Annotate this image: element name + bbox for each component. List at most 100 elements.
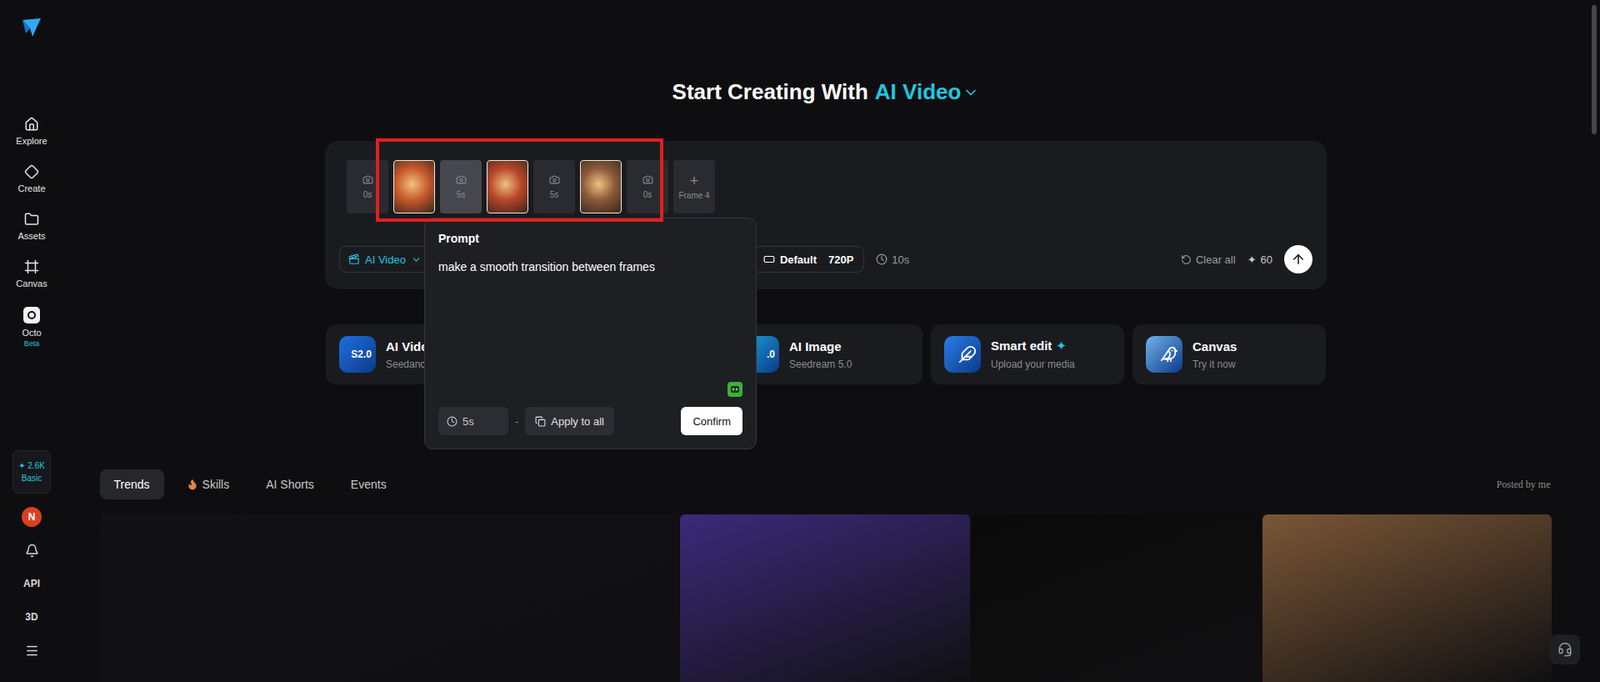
- tab[interactable]: Events: [336, 469, 401, 500]
- gallery-item[interactable]: [1262, 514, 1552, 682]
- plus-icon: +: [690, 174, 700, 188]
- assistant-icon[interactable]: [727, 381, 743, 397]
- duration-button[interactable]: 10s: [875, 253, 910, 266]
- add-frame-button[interactable]: + Frame 4: [673, 160, 715, 214]
- nav-item[interactable]: Canvas: [5, 257, 59, 290]
- gallery: [100, 514, 1553, 682]
- frame-slot[interactable]: 5s: [440, 160, 482, 214]
- composer: 0s 5s 5s 0s + Frame 4 AI Video Default720P 10s Cl…: [325, 140, 1327, 290]
- sidebar-link[interactable]: API: [23, 566, 40, 600]
- nav-label: Assets: [17, 230, 45, 241]
- frames-row: 0s 5s 5s 0s + Frame 4: [346, 160, 1313, 214]
- posted-by-filter[interactable]: Posted by me: [1496, 478, 1553, 491]
- mode-button[interactable]: AI Video: [339, 245, 431, 273]
- tab[interactable]: Skills: [172, 469, 245, 500]
- frame-image[interactable]: [393, 160, 435, 214]
- camera-icon: [642, 174, 654, 185]
- separator: -: [515, 415, 519, 428]
- nav-item[interactable]: OctoBeta: [5, 305, 59, 350]
- highlight-box: [375, 138, 664, 222]
- chevron-down-icon: [962, 84, 980, 101]
- menu-icon[interactable]: [25, 643, 40, 658]
- diamond-icon: [24, 164, 40, 180]
- mode-switch[interactable]: AI Video: [875, 78, 980, 106]
- scrollbar-thumb[interactable]: [1591, 5, 1597, 135]
- logo-icon[interactable]: [20, 16, 43, 39]
- gallery-item[interactable]: [971, 514, 1261, 682]
- chevron-down-icon: [410, 254, 422, 265]
- sparkle-icon: ✦: [1055, 338, 1067, 354]
- page-title: Start Creating WithAI Video: [672, 78, 980, 106]
- feature-card-text: AI ImageSeedream 5.0: [789, 339, 852, 370]
- feature-card-title: Canvas: [1192, 339, 1237, 354]
- sidebar-link[interactable]: 3D: [25, 600, 38, 634]
- nav-item[interactable]: Create: [5, 162, 59, 195]
- nav-item[interactable]: Assets: [5, 210, 59, 243]
- feature-card-subtitle: Upload your media: [990, 358, 1075, 370]
- tab-list: TrendsSkillsAI ShortsEvents: [100, 469, 401, 500]
- confirm-button[interactable]: Confirm: [680, 406, 743, 435]
- feature-card-title: Smart edit✦: [990, 338, 1075, 354]
- octo-eye-icon: [27, 310, 36, 320]
- bell-icon[interactable]: [25, 543, 40, 558]
- reset-icon: [1180, 254, 1192, 265]
- feature-card[interactable]: Smart edit✦ Upload your media: [930, 324, 1125, 385]
- nav-item[interactable]: Explore: [5, 115, 59, 148]
- headset-icon: [1557, 641, 1573, 657]
- feature-card-text: AI VideSeedanc: [385, 339, 429, 370]
- frame-image[interactable]: [580, 160, 622, 214]
- feature-card-icon: [944, 335, 981, 373]
- prompt-input[interactable]: make a smooth transition between frames: [438, 260, 743, 274]
- bird-icon: [1160, 345, 1179, 364]
- notifications-row[interactable]: [25, 533, 40, 567]
- menu-row[interactable]: [25, 633, 40, 667]
- octo-icon: [23, 306, 40, 324]
- nav-label: Create: [17, 183, 45, 194]
- frame-duration: 0s: [643, 190, 653, 200]
- sparkle-icon: ✦: [1247, 253, 1257, 266]
- add-frame-label: Frame 4: [678, 190, 710, 200]
- feature-card[interactable]: Canvas Try it now: [1132, 324, 1326, 385]
- feature-card-text: Smart edit✦ Upload your media: [990, 338, 1075, 370]
- frame-image[interactable]: [486, 160, 529, 214]
- credits-plan: Basic: [21, 473, 42, 483]
- prompt-popover: Promptmake a smooth transition between f…: [424, 217, 757, 450]
- avatar-row[interactable]: N: [21, 500, 42, 534]
- generate-button[interactable]: [1284, 245, 1313, 274]
- camera-icon: [455, 174, 467, 185]
- credits-amount: ✦ 2.6K: [18, 460, 45, 470]
- feature-card-icon: S2.0: [339, 335, 376, 373]
- copy-icon: [535, 415, 546, 427]
- help-button[interactable]: [1550, 634, 1580, 665]
- clear-all-button[interactable]: Clear all: [1180, 253, 1236, 266]
- avatar[interactable]: N: [21, 506, 42, 527]
- frame-slot[interactable]: 0s: [626, 160, 669, 214]
- nav-list: Explore Create Assets Canvas OctoBeta: [5, 115, 59, 350]
- tabs-row: TrendsSkillsAI ShortsEvents Posted by me: [100, 469, 1553, 500]
- feature-card-icon: [1145, 335, 1183, 373]
- feature-card-subtitle: Try it now: [1192, 358, 1237, 370]
- gallery-item[interactable]: [100, 514, 680, 682]
- title-text: Start Creating With: [672, 78, 869, 106]
- tab[interactable]: AI Shorts: [251, 469, 329, 500]
- frame-slot[interactable]: 0s: [346, 160, 389, 214]
- feature-card[interactable]: .0AI ImageSeedream 5.0: [729, 324, 923, 385]
- gallery-item[interactable]: [680, 514, 970, 682]
- apply-all-button[interactable]: Apply to all: [525, 406, 615, 435]
- scrollbar[interactable]: [1588, 0, 1600, 682]
- frame-duration: 0s: [363, 190, 373, 200]
- credits-box[interactable]: ✦ 2.6K Basic: [12, 450, 51, 494]
- flame-icon: [186, 478, 199, 490]
- tab[interactable]: Trends: [100, 469, 165, 500]
- model-version: S2.0: [350, 348, 372, 360]
- duration-select[interactable]: 5s: [438, 406, 509, 435]
- folder-icon: [24, 211, 40, 227]
- frame-slot[interactable]: 5s: [533, 160, 575, 214]
- ratio-button[interactable]: Default720P: [752, 245, 865, 273]
- frame-duration: 5s: [550, 190, 560, 200]
- feather-icon: [958, 345, 977, 364]
- clock-icon: [875, 253, 888, 265]
- beta-badge: Beta: [24, 339, 40, 348]
- nav-label: Canvas: [15, 278, 47, 289]
- clock-icon: [446, 415, 458, 427]
